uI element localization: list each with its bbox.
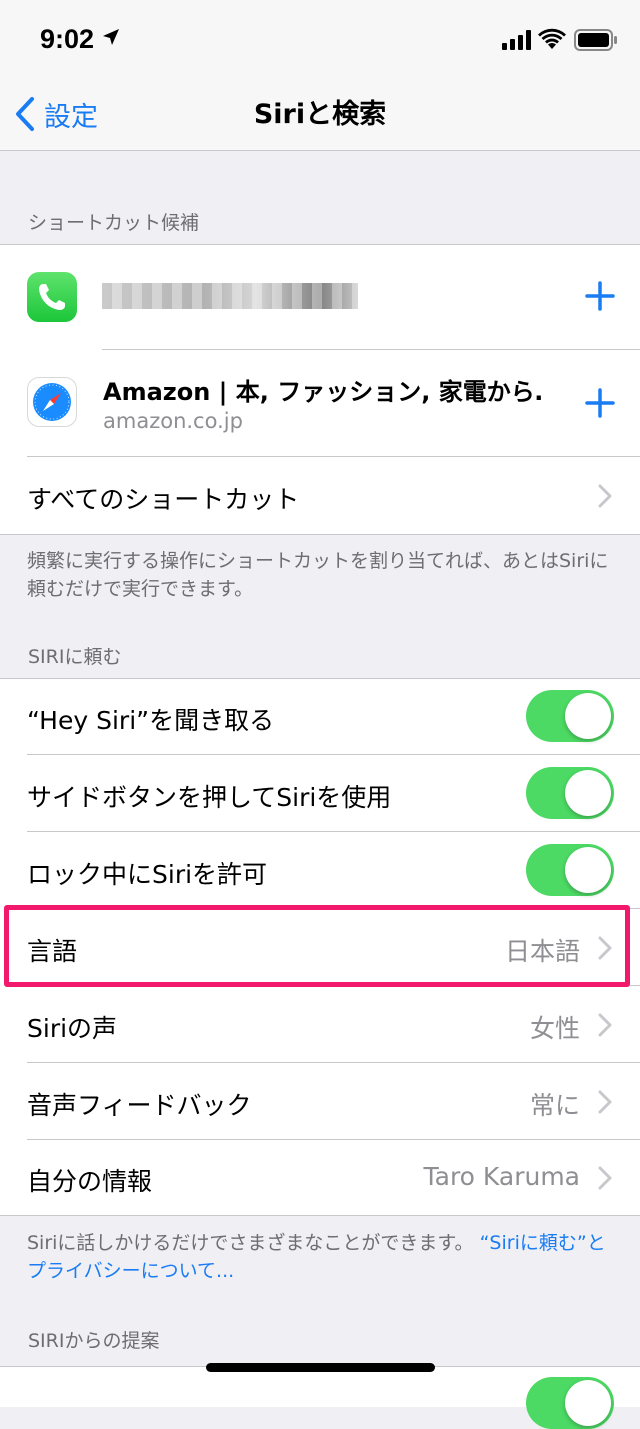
battery-icon [574,29,617,51]
siri-voice-row[interactable]: Siriの声 女性 [0,986,640,1062]
cellular-signal-icon [502,30,531,50]
siri-suggestions-group [0,1366,640,1429]
side-button-label: サイドボタンを押してSiriを使用 [27,783,392,812]
shortcut-suggestion-subtitle: amazon.co.jp [103,409,243,433]
chevron-right-icon [598,1090,612,1114]
hey-siri-row: “Hey Siri”を聞き取る [0,679,640,754]
chevron-right-icon [598,1166,612,1190]
location-arrow-icon [103,29,119,45]
my-info-row[interactable]: 自分の情報 Taro Karuma [0,1140,640,1214]
allow-locked-label: ロック中にSiriを許可 [27,860,268,889]
hey-siri-toggle[interactable] [526,690,614,742]
voice-feedback-label: 音声フィードバック [27,1091,252,1120]
ask-siri-section-header: SIRIに頼む [28,646,122,668]
hey-siri-label: “Hey Siri”を聞き取る [27,706,275,735]
all-shortcuts-label: すべてのショートカット [27,485,300,514]
language-highlight-box [4,905,630,987]
add-shortcut-icon[interactable] [584,280,616,312]
allow-locked-row: ロック中にSiriを許可 [0,832,640,908]
shortcut-suggestion-title: Amazon | 本, ファッション, 家電から… [103,378,543,406]
side-button-row: サイドボタンを押してSiriを使用 [0,755,640,831]
shortcuts-section-header: ショートカット候補 [28,212,200,234]
side-button-toggle[interactable] [526,767,614,819]
ask-siri-footer-text: Siriに話しかけるだけでさまざまなことができます。 [27,1232,474,1254]
status-bar: 9:02 [0,0,640,80]
status-time: 9:02 [40,24,95,54]
blurred-contact-name [102,283,358,309]
phone-app-icon [27,272,77,322]
allow-locked-toggle[interactable] [526,844,614,896]
safari-app-icon [27,377,77,427]
siri-voice-label: Siriの声 [27,1014,118,1043]
voice-feedback-value: 常に [529,1091,580,1120]
voice-feedback-row[interactable]: 音声フィードバック 常に [0,1063,640,1139]
siri-suggestions-toggle[interactable] [526,1377,614,1429]
siri-suggestions-section-header: SIRIからの提案 [28,1330,160,1352]
back-button-label: 設定 [44,101,98,133]
chevron-left-icon [16,97,34,131]
my-info-label: 自分の情報 [27,1167,153,1196]
all-shortcuts-row[interactable]: すべてのショートカット [0,457,640,533]
siri-voice-value: 女性 [529,1014,580,1043]
add-shortcut-icon[interactable] [584,387,616,419]
my-info-value: Taro Karuma [423,1162,581,1191]
navigation-bar: Siriと検索 設定 [0,80,640,151]
home-indicator [206,1363,435,1372]
shortcuts-footer: 頻繁に実行する操作にショートカットを割り当てれば、あとはSiriに頼むだけで実行… [27,550,609,600]
chevron-right-icon [598,1013,612,1037]
chevron-right-icon [598,484,612,508]
back-button[interactable]: 設定 [14,94,98,134]
ask-siri-footer: Siriに話しかけるだけでさまざまなことができます。 “Siriに頼む”とプライ… [27,1229,617,1285]
wifi-icon [538,28,566,49]
